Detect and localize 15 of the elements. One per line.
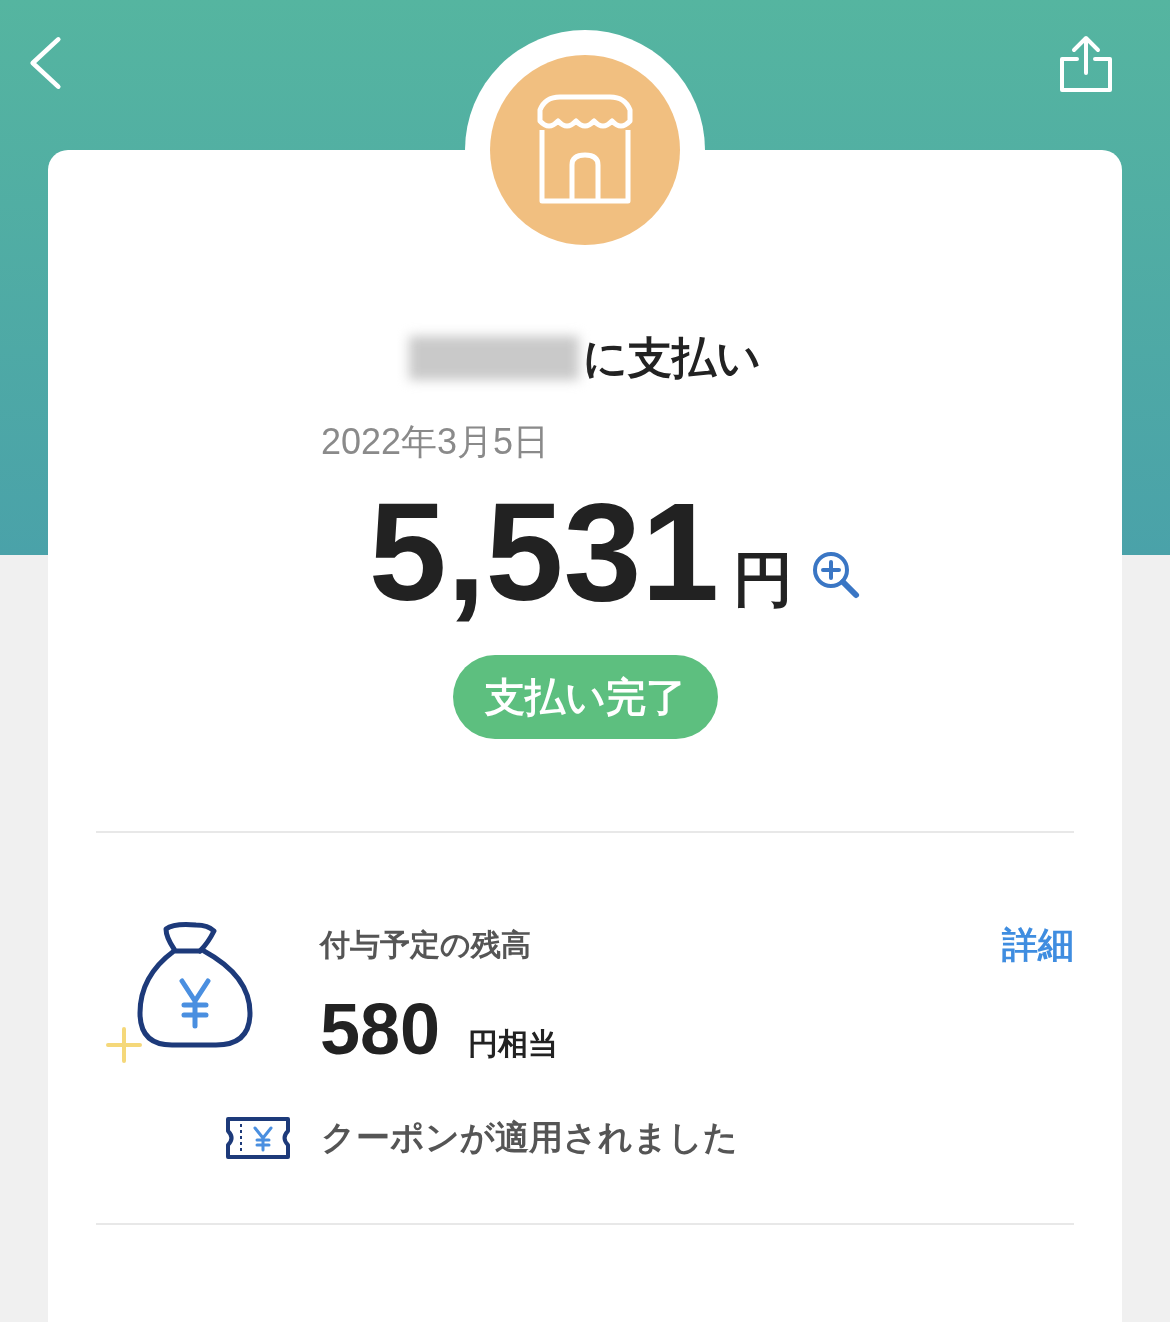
reward-value: 580 (320, 988, 441, 1070)
status-badge: 支払い完了 (452, 655, 718, 739)
zoom-in-icon[interactable] (811, 550, 862, 600)
payment-date: 2022年3月5日 (320, 420, 550, 464)
coupon-message: クーポンが適用されました (321, 1116, 738, 1159)
reward-label: 付与予定の残高 (320, 926, 531, 964)
back-icon[interactable] (28, 35, 62, 91)
store-icon (490, 55, 680, 245)
share-icon[interactable] (1059, 35, 1113, 93)
reward-unit: 円相当 (468, 1025, 559, 1063)
amount-value: 5,531 (368, 475, 720, 629)
detail-link[interactable]: 詳細 (1002, 921, 1074, 970)
amount-unit: 円 (733, 543, 794, 616)
coupon-icon (225, 1116, 291, 1160)
payment-title: に支払い (583, 330, 761, 385)
